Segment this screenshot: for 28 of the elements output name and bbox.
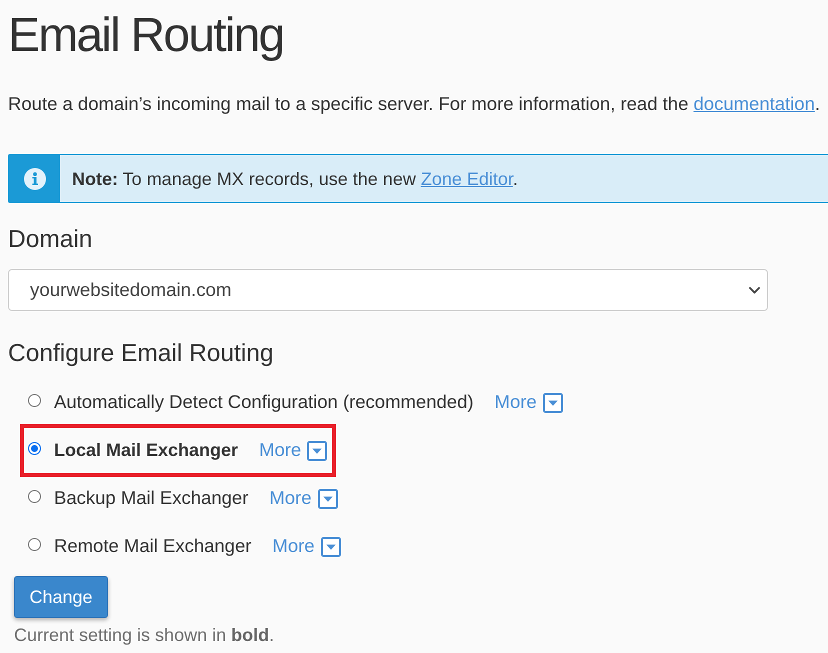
footnote-text: Current setting is shown in bold. — [14, 624, 274, 646]
chevron-down-icon — [749, 286, 760, 294]
info-icon — [24, 168, 46, 190]
more-link[interactable]: More — [259, 439, 328, 461]
documentation-link[interactable]: documentation — [694, 93, 815, 114]
caret-down-icon — [318, 489, 338, 509]
change-button[interactable]: Change — [14, 576, 108, 618]
more-link[interactable]: More — [269, 487, 338, 509]
more-link[interactable]: More — [272, 535, 341, 557]
radio-button[interactable] — [28, 538, 41, 551]
section-heading: Domain — [8, 225, 92, 255]
caret-down-icon — [307, 441, 328, 461]
note-text: Note: To manage MX records, use the new Zone Editor. — [72, 168, 518, 190]
intro-text: Route a domain’s incoming mail to a specific server. For more information, read the documentation. — [8, 92, 820, 116]
radio-button[interactable] — [28, 490, 41, 503]
option-label[interactable]: Automatically Detect Configuration (recommended) — [54, 391, 474, 413]
caret-down-icon — [320, 537, 341, 557]
caret-down-icon — [542, 393, 563, 413]
section-heading: Configure Email Routing — [8, 339, 274, 369]
page-title: Email Routing — [8, 8, 284, 64]
radio-button[interactable] — [28, 442, 41, 455]
option-label[interactable]: Backup Mail Exchanger — [54, 487, 248, 509]
radio-button[interactable] — [28, 394, 41, 407]
zone-editor-link[interactable]: Zone Editor — [420, 168, 513, 188]
domain-select[interactable]: yourwebsitedomain.com — [8, 269, 768, 311]
option-label[interactable]: Local Mail Exchanger — [54, 440, 238, 460]
option-label[interactable]: Remote Mail Exchanger — [54, 535, 252, 557]
more-link[interactable]: More — [494, 391, 563, 413]
